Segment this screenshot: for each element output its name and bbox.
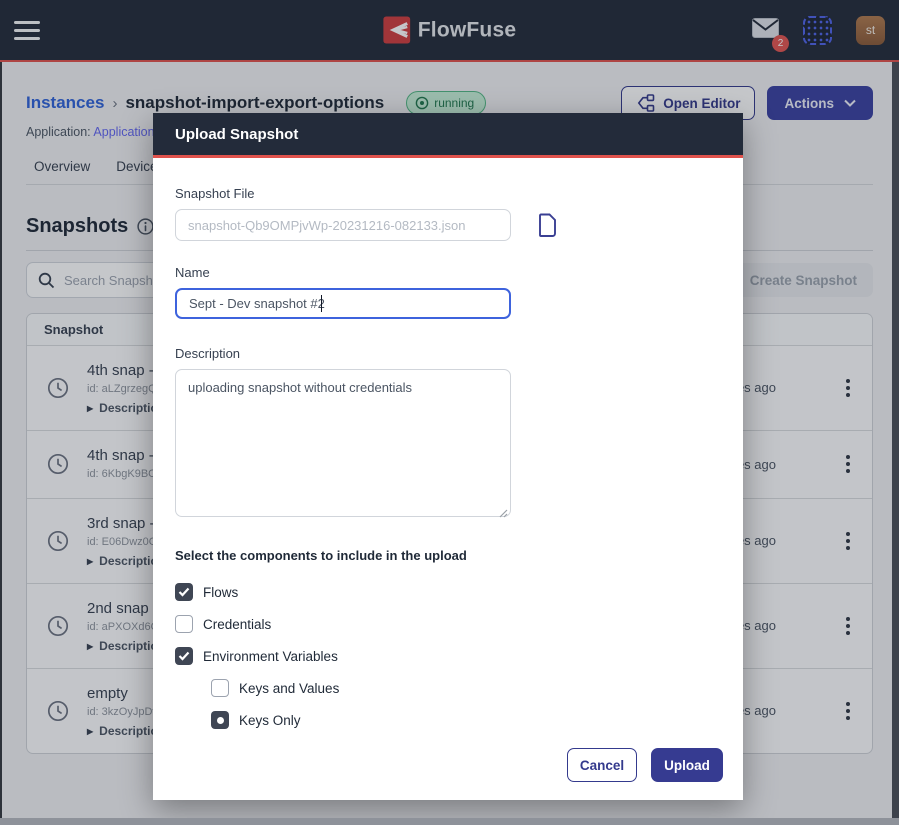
cancel-button[interactable]: Cancel	[567, 748, 637, 782]
resize-grip-icon[interactable]	[498, 508, 508, 518]
window-frame: FlowFuse 2 st Instances › snapshot-impo	[0, 0, 899, 825]
text-caret	[321, 295, 322, 312]
file-icon[interactable]	[537, 213, 558, 238]
name-input[interactable]	[175, 288, 511, 319]
dialog-header: Upload Snapshot	[153, 113, 743, 158]
window-border-bottom	[0, 818, 899, 825]
option-keys-and-values[interactable]: Keys and Values	[211, 679, 721, 697]
option-credentials[interactable]: Credentials	[175, 615, 721, 633]
snapshot-file-label: Snapshot File	[175, 186, 721, 201]
option-environment-variables[interactable]: Environment Variables	[175, 647, 721, 665]
description-textarea[interactable]: uploading snapshot without credentials	[175, 369, 511, 517]
checkbox-checked-icon[interactable]	[175, 583, 193, 601]
components-label: Select the components to include in the …	[175, 548, 721, 563]
app-root: FlowFuse 2 st Instances › snapshot-impo	[0, 0, 899, 818]
upload-snapshot-dialog: Upload Snapshot Snapshot File Name Descr…	[153, 113, 743, 800]
upload-button[interactable]: Upload	[651, 748, 723, 782]
checkbox-unchecked-icon[interactable]	[175, 615, 193, 633]
checkbox-unchecked-icon[interactable]	[211, 679, 229, 697]
description-label: Description	[175, 346, 721, 361]
dialog-title: Upload Snapshot	[175, 126, 298, 143]
radio-selected-icon[interactable]	[211, 711, 229, 729]
snapshot-file-input[interactable]	[175, 209, 511, 241]
option-keys-only[interactable]: Keys Only	[211, 711, 721, 729]
checkbox-checked-icon[interactable]	[175, 647, 193, 665]
option-flows[interactable]: Flows	[175, 583, 721, 601]
name-label: Name	[175, 265, 721, 280]
